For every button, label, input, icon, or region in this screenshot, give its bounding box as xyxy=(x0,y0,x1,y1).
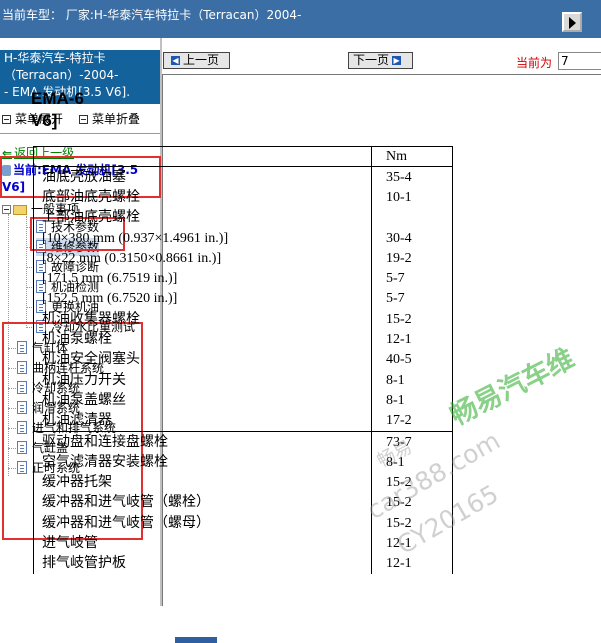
table-row: 缓冲器和进气岐管（螺栓） 15-2 xyxy=(33,492,453,514)
divider xyxy=(0,133,160,134)
spec-label: 底部油底壳螺栓 xyxy=(33,187,372,208)
document-title-line-1: EMA-6 xyxy=(31,89,84,108)
title-bar: 当前车型： 厂家:H-华泰汽车特拉卡（Terracan）2004- xyxy=(0,0,601,38)
spec-value: 15-2 xyxy=(371,513,453,534)
table-header-cell xyxy=(33,146,372,167)
spec-label: [8×22 mm (0.3150×0.8661 in.)] xyxy=(33,248,372,269)
window-title: 当前车型： 厂家:H-华泰汽车特拉卡（Terracan）2004- xyxy=(2,8,302,22)
table-row: 缓冲器和进气岐管（螺母） 15-2 xyxy=(33,513,453,534)
spec-value: 19-2 xyxy=(371,248,453,269)
table-row: 排气岐管护板 12-1 xyxy=(33,553,453,574)
arrow-left-icon: ◀ xyxy=(171,56,180,65)
spec-label: 机油泵盖螺丝 xyxy=(33,390,372,411)
table-row: 缓冲器托架 15-2 xyxy=(33,472,453,493)
spec-label: 机油收集器螺栓 xyxy=(33,309,372,330)
spec-label: [171.5 mm (6.7519 in.)] xyxy=(33,268,372,289)
table-row: 机油压力开关 8-1 xyxy=(33,369,453,391)
spec-value: 30-4 xyxy=(371,227,453,249)
spec-label: 进气岐管 xyxy=(33,533,372,554)
spec-value: 8-1 xyxy=(371,369,453,391)
table-header-row: Nm xyxy=(33,146,453,167)
next-page-button[interactable]: 下一页 ▶ xyxy=(348,52,413,69)
folder-open-icon xyxy=(13,204,27,215)
spec-label: 机油泵螺栓 xyxy=(33,329,372,350)
unit-header-cell: Nm xyxy=(371,146,453,167)
spec-label: 上部油底壳螺栓 xyxy=(33,207,372,228)
spec-value: 5-7 xyxy=(371,268,453,289)
spec-label: 机油安全阀塞头 xyxy=(33,349,372,370)
spec-label: 缓冲器托架 xyxy=(33,472,372,493)
spec-value xyxy=(371,207,453,228)
spec-value: 8-1 xyxy=(371,390,453,411)
play-icon xyxy=(569,17,576,29)
table-row: [171.5 mm (6.7519 in.)] 5-7 xyxy=(33,268,453,289)
table-row: 机油收集器螺栓 15-2 xyxy=(33,309,453,330)
document-title-line-2: V6] xyxy=(31,111,58,130)
collapse-box-icon xyxy=(2,115,11,124)
spec-label: 缓冲器和进气岐管（螺栓） xyxy=(33,492,372,514)
torque-spec-table: Nm 油底壳放油塞 35-4 底部油底壳螺栓 10-1 上部油底壳螺栓 [10×380 m… xyxy=(33,146,453,574)
table-row: 空气滤清器安装螺栓 8-1 xyxy=(33,452,453,473)
sidebar-header-line-2: （Terracan）-2004- xyxy=(4,68,119,82)
table-row: 油底壳放油塞 35-4 xyxy=(33,166,453,188)
spec-label: [152.5 mm (6.7520 in.)] xyxy=(33,288,372,310)
spec-value: 12-1 xyxy=(371,533,453,554)
spec-label: 缓冲器和进气岐管（螺母） xyxy=(33,513,372,534)
table-row: [8×22 mm (0.3150×0.8661 in.)] 19-2 xyxy=(33,248,453,269)
table-row: 上部油底壳螺栓 xyxy=(33,207,453,228)
spec-value: 35-4 xyxy=(371,166,453,188)
prev-page-button[interactable]: ◀ 上一页 xyxy=(163,52,230,69)
document-title: EMA-6 V6] xyxy=(31,88,84,132)
current-page-label: 当前为 xyxy=(516,56,553,70)
sidebar-header-line-1: H-华泰汽车-特拉卡 xyxy=(4,51,106,65)
table-row: 进气岐管 12-1 xyxy=(33,533,453,554)
collapse-toggle-icon[interactable] xyxy=(2,205,11,214)
table-row: 机油滤清器 17-2 xyxy=(33,410,453,432)
page-toolbar: ◀ 上一页 下一页 ▶ 当前为 xyxy=(162,50,601,72)
table-row: 驱动盘和连接盘螺栓 73-7 xyxy=(33,430,453,453)
torque-spec-body: Nm 油底壳放油塞 35-4 底部油底壳螺栓 10-1 上部油底壳螺栓 [10×380 m… xyxy=(33,146,453,574)
menu-collapse-button[interactable]: 菜单折叠 xyxy=(79,110,140,127)
spec-value: 15-2 xyxy=(371,309,453,330)
spec-value: 40-5 xyxy=(371,349,453,370)
window-action-button[interactable] xyxy=(562,12,582,32)
table-row: 机油泵盖螺丝 8-1 xyxy=(33,390,453,411)
spec-label: 机油滤清器 xyxy=(33,410,372,432)
next-page-label: 下一页 xyxy=(353,53,390,67)
spec-label: 空气滤清器安装螺栓 xyxy=(33,452,372,473)
spec-value: 15-2 xyxy=(371,472,453,493)
spec-label: 驱动盘和连接盘螺栓 xyxy=(33,430,372,453)
spec-label: 排气岐管护板 xyxy=(33,553,372,574)
spec-value: 15-2 xyxy=(371,492,453,514)
spec-value: 12-1 xyxy=(371,553,453,574)
table-row: [10×380 mm (0.937×1.4961 in.)] 30-4 xyxy=(33,227,453,249)
spec-value: 73-7 xyxy=(371,430,453,453)
spec-value: 8-1 xyxy=(371,452,453,473)
table-row: 机油泵螺栓 12-1 xyxy=(33,329,453,350)
spec-value: 5-7 xyxy=(371,288,453,310)
table-row: 底部油底壳螺栓 10-1 xyxy=(33,187,453,208)
page-number-input[interactable] xyxy=(558,52,601,70)
spec-value: 17-2 xyxy=(371,410,453,432)
spec-value: 12-1 xyxy=(371,329,453,350)
bottom-tab xyxy=(175,637,217,643)
table-row: 机油安全阀塞头 40-5 xyxy=(33,349,453,370)
tree-line xyxy=(26,216,27,326)
spec-label: [10×380 mm (0.937×1.4961 in.)] xyxy=(33,227,372,249)
prev-page-label: 上一页 xyxy=(183,53,220,67)
table-row: [152.5 mm (6.7520 in.)] 5-7 xyxy=(33,288,453,310)
spec-value: 10-1 xyxy=(371,187,453,208)
menu-collapse-label: 菜单折叠 xyxy=(92,112,141,126)
spec-label: 油底壳放油塞 xyxy=(33,166,372,188)
spec-label: 机油压力开关 xyxy=(33,369,372,391)
arrow-right-icon: ▶ xyxy=(392,56,402,65)
